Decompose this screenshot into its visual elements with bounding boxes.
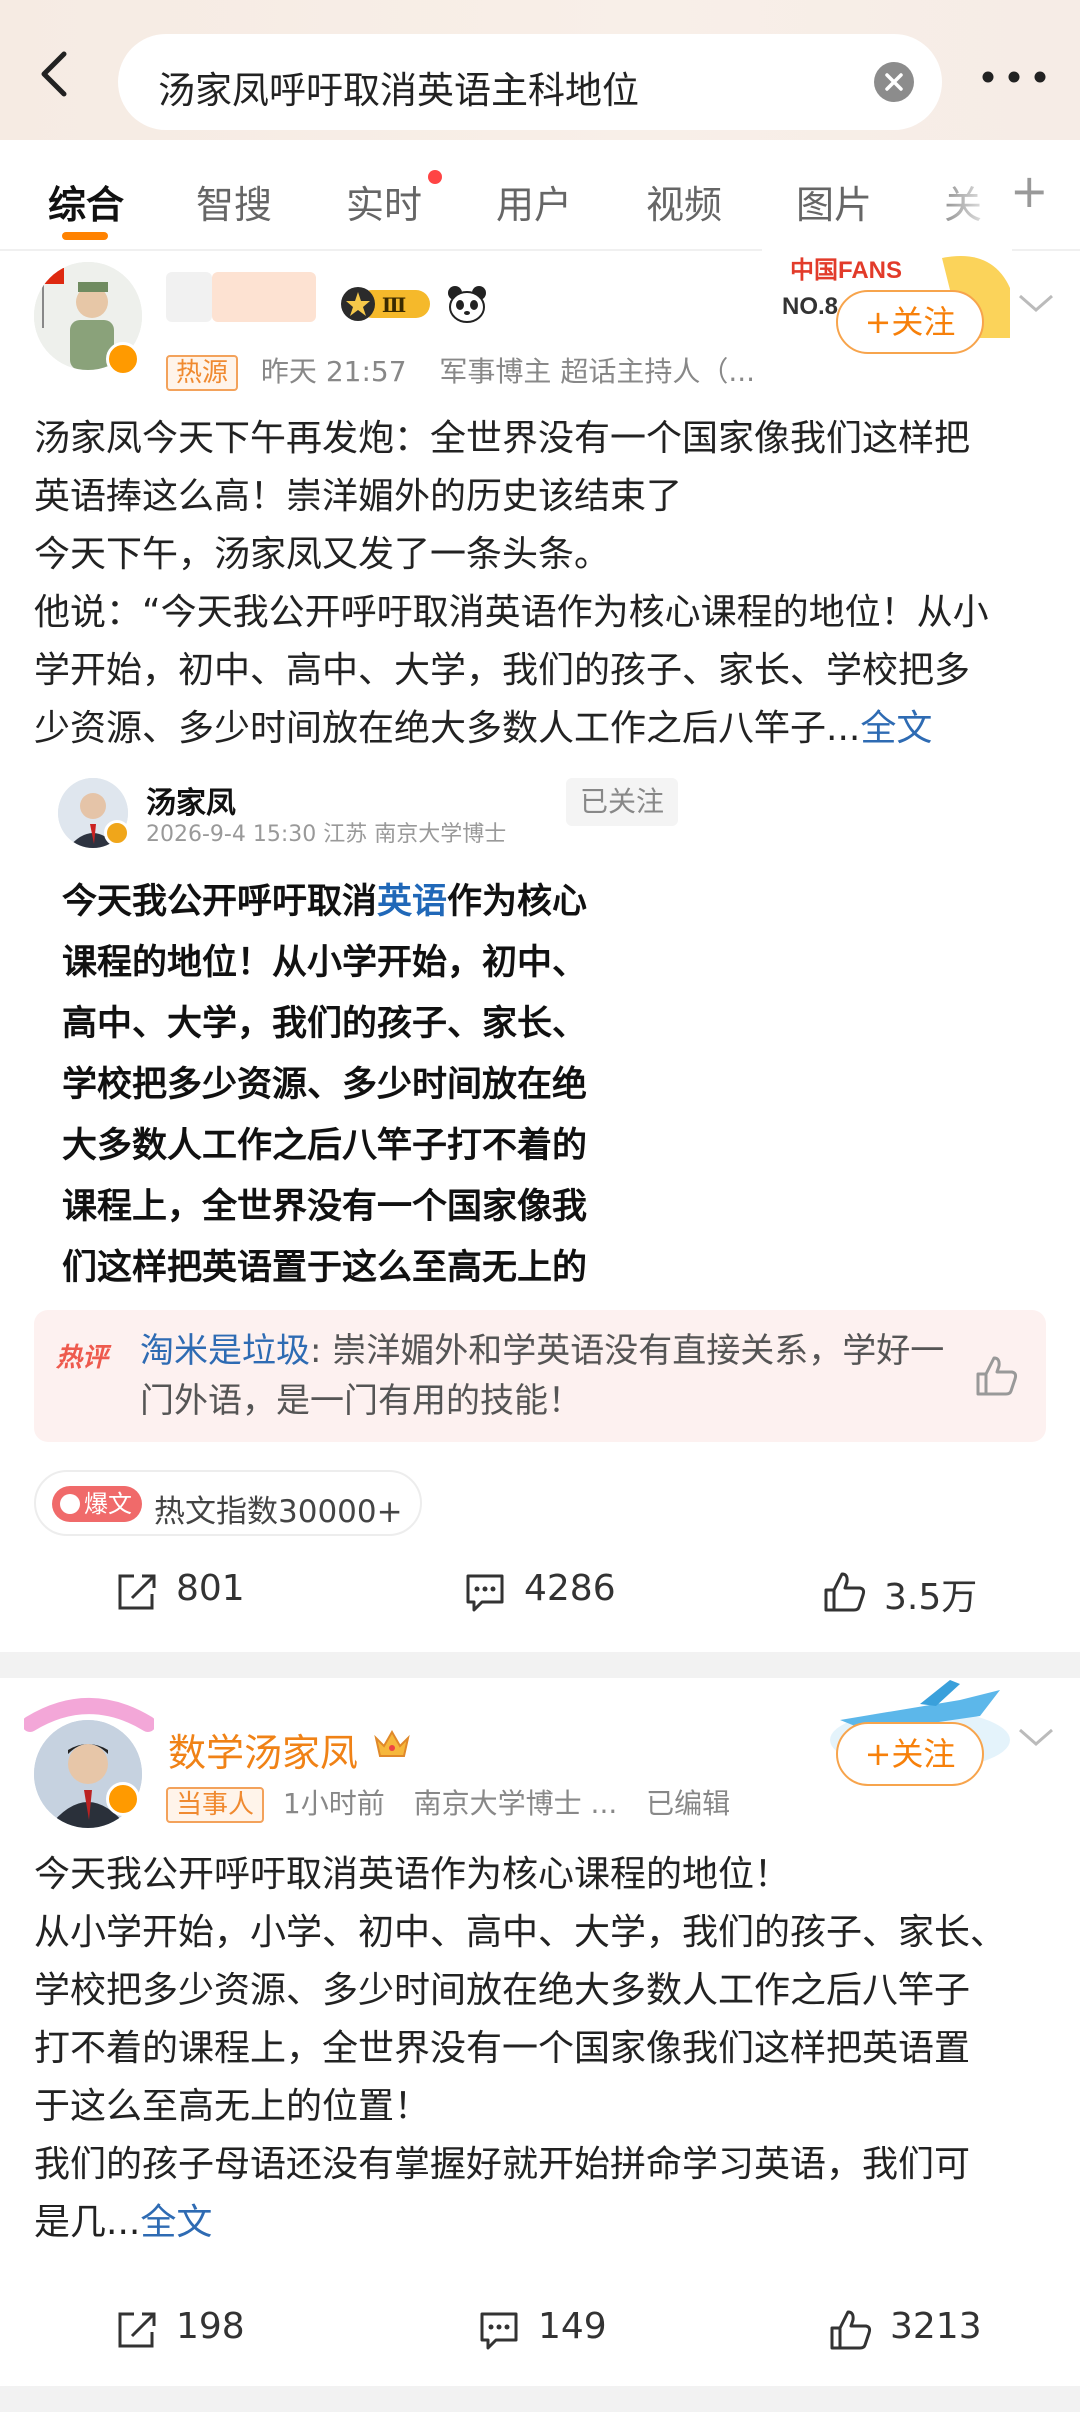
chevron-down-icon[interactable] <box>1016 1726 1056 1750</box>
back-arrow-icon[interactable] <box>28 46 84 102</box>
svg-text:中国FANS: 中国FANS <box>790 257 902 284</box>
full-text-link[interactable]: 全文 <box>860 708 932 749</box>
post-text-line: 是几... <box>34 2202 141 2243</box>
quote-text-line: 学校把多少资源、多少时间放在绝 <box>62 1065 588 1105</box>
post-text-line: 少资源、多少时间放在绝大多数人工作之后八竿子... <box>34 708 861 749</box>
follow-button[interactable]: +关注 <box>836 290 984 354</box>
post-text-line: 学开始，初中、高中、大学，我们的孩子、家长、学校把多 <box>34 650 971 691</box>
repost-count: 801 <box>176 1568 245 1609</box>
tab-videos[interactable]: 视频 <box>646 174 722 229</box>
clear-icon[interactable] <box>874 62 914 102</box>
like-count: 3213 <box>890 2306 982 2347</box>
author-description: 军事博主 超话主持人（... <box>439 355 756 388</box>
tab-users[interactable]: 用户 <box>496 174 572 229</box>
quote-text-line: 作为核心 <box>447 882 588 922</box>
post-time: 昨天 21:57 <box>260 355 407 388</box>
search-query: 汤家凤呼吁取消英语主科地位 <box>158 69 639 112</box>
post-text-line: 学校把多少资源、多少时间放在绝大多数人工作之后八竿子 <box>34 1970 971 2011</box>
quote-text-line: 课程上，全世界没有一个国家像我 <box>62 1187 588 1227</box>
followed-button[interactable]: 已关注 <box>566 778 678 826</box>
quote-text-line: 们这样把英语置于这么至高无上的 <box>62 1248 588 1288</box>
highlight-link[interactable]: 英语 <box>377 882 447 922</box>
verified-badge-icon <box>104 820 130 846</box>
edited-label: 已编辑 <box>646 1787 731 1820</box>
search-input[interactable]: 汤家凤呼吁取消英语主科地位 <box>118 34 942 130</box>
tab-smart-search[interactable]: 智搜 <box>196 174 272 229</box>
hot-index-pill[interactable]: 爆文 热文指数30000+ <box>34 1470 422 1536</box>
add-tab-icon[interactable]: + <box>1010 164 1049 218</box>
quote-text-line: 课程的地位！从小学开始，初中、 <box>62 943 588 983</box>
repost-count: 198 <box>176 2306 245 2347</box>
author-name[interactable]: 数学汤家凤 <box>168 1722 358 1777</box>
quote-text[interactable]: 今天我公开呼吁取消英语作为核心 课程的地位！从小学开始，初中、 高中、大学，我们… <box>62 872 662 1299</box>
active-tab-indicator <box>62 232 108 240</box>
post-body[interactable]: 今天我公开呼吁取消英语作为核心课程的地位！ 从小学开始，小学、初中、高中、大学，… <box>34 1846 1054 2252</box>
post-meta: 热源 昨天 21:57 军事博主 超话主持人（... <box>166 350 755 391</box>
hot-comment-text: 淘米是垃圾: 崇洋媚外和学英语没有直接关系，学好一门外语，是一门有用的技能！ <box>140 1326 960 1426</box>
quote-text-line: 高中、大学，我们的孩子、家长、 <box>62 1004 588 1044</box>
verified-badge-icon <box>106 1782 140 1816</box>
tab-realtime[interactable]: 实时 <box>346 174 422 229</box>
thumbs-up-icon[interactable] <box>974 1354 1020 1398</box>
post-text-line: 今天我公开呼吁取消英语作为核心课程的地位！ <box>34 1854 791 1895</box>
author-description: 南京大学博士 ... <box>413 1787 618 1820</box>
hot-comment-label: 热评 <box>56 1343 112 1373</box>
quote-meta: 2026-9-4 15:30 江苏 南京大学博士 <box>146 822 507 847</box>
card-separator <box>0 2386 1080 2412</box>
post-text-line: 于这么至高无上的位置！ <box>34 2086 431 2127</box>
post-text-line: 打不着的课程上，全世界没有一个国家像我们这样把英语置 <box>34 2028 971 2069</box>
hot-comment[interactable]: 热评 淘米是垃圾: 崇洋媚外和学英语没有直接关系，学好一门外语，是一门有用的技能… <box>34 1310 1046 1442</box>
panda-icon <box>448 286 486 323</box>
chevron-down-icon[interactable] <box>1016 292 1056 316</box>
post-actions: 801 4286 3.5万 <box>0 1542 1080 1642</box>
comment-username[interactable]: 淘米是垃圾 <box>140 1331 310 1371</box>
post-actions: 198 149 3213 <box>0 2280 1080 2380</box>
post-time: 1小时前 <box>282 1787 385 1820</box>
post-text-line: 他说：“今天我公开呼吁取消英语作为核心课程的地位！从小 <box>34 592 989 633</box>
crown-icon <box>374 1729 410 1757</box>
svg-text:NO.8: NO.8 <box>782 293 838 320</box>
username-blurred[interactable] <box>212 272 316 322</box>
tab-images[interactable]: 图片 <box>796 174 872 229</box>
post-text-line: 我们的孩子母语还没有掌握好就开始拼命学习英语，我们可 <box>34 2144 971 2185</box>
search-header: 汤家凤呼吁取消英语主科地位 <box>0 0 1080 140</box>
svg-text:Ⅲ: Ⅲ <box>382 293 406 317</box>
username-blurred[interactable] <box>166 272 212 322</box>
source-tag: 热源 <box>166 355 239 391</box>
tab-fade <box>920 140 1000 250</box>
repost-icon <box>118 2312 156 2348</box>
like-count: 3.5万 <box>884 1577 978 1618</box>
repost-icon <box>118 1574 156 1610</box>
comment-count: 149 <box>538 2306 607 2347</box>
svg-text:热评: 热评 <box>56 1343 112 1373</box>
hot-index-text: 热文指数30000+ <box>154 1494 403 1530</box>
thumbs-up-icon <box>830 2310 872 2350</box>
full-text-link[interactable]: 全文 <box>140 2202 212 2243</box>
comment-icon <box>466 1574 504 1612</box>
comment-count: 4286 <box>524 1568 616 1609</box>
level-badge-icon: Ⅲ <box>341 287 430 321</box>
new-content-dot <box>428 170 442 184</box>
post-meta: 当事人 1小时前 南京大学博士 ... 已编辑 <box>166 1782 730 1823</box>
verified-badge-icon <box>106 342 140 376</box>
search-tabs: 综合 智搜 实时 用户 视频 图片 关 + <box>0 140 1080 250</box>
card-separator <box>0 1652 1080 1678</box>
post-text-line: 今天下午，汤家凤又发了一条头条。 <box>34 534 611 575</box>
post-body[interactable]: 汤家凤今天下午再发炮：全世界没有一个国家像我们这样把 英语捧这么高！崇洋媚外的历… <box>34 410 1054 758</box>
post-text-line: 英语捧这么高！崇洋媚外的历史该结束了 <box>34 476 683 517</box>
more-options-icon[interactable] <box>976 62 1056 92</box>
role-tag: 当事人 <box>166 1787 265 1823</box>
thumbs-up-icon <box>824 1572 866 1612</box>
follow-button[interactable]: +关注 <box>836 1722 984 1786</box>
tab-all[interactable]: 综合 <box>48 174 124 229</box>
comment-icon <box>480 2312 518 2350</box>
post-text-line: 汤家凤今天下午再发炮：全世界没有一个国家像我们这样把 <box>34 418 971 459</box>
quote-text-line: 今天我公开呼吁取消 <box>62 882 378 922</box>
post-text-line: 从小学开始，小学、初中、高中、大学，我们的孩子、家长、 <box>34 1912 1007 1953</box>
viral-badge-icon <box>60 1494 80 1514</box>
quote-text-line: 大多数人工作之后八竿子打不着的 <box>62 1126 588 1166</box>
